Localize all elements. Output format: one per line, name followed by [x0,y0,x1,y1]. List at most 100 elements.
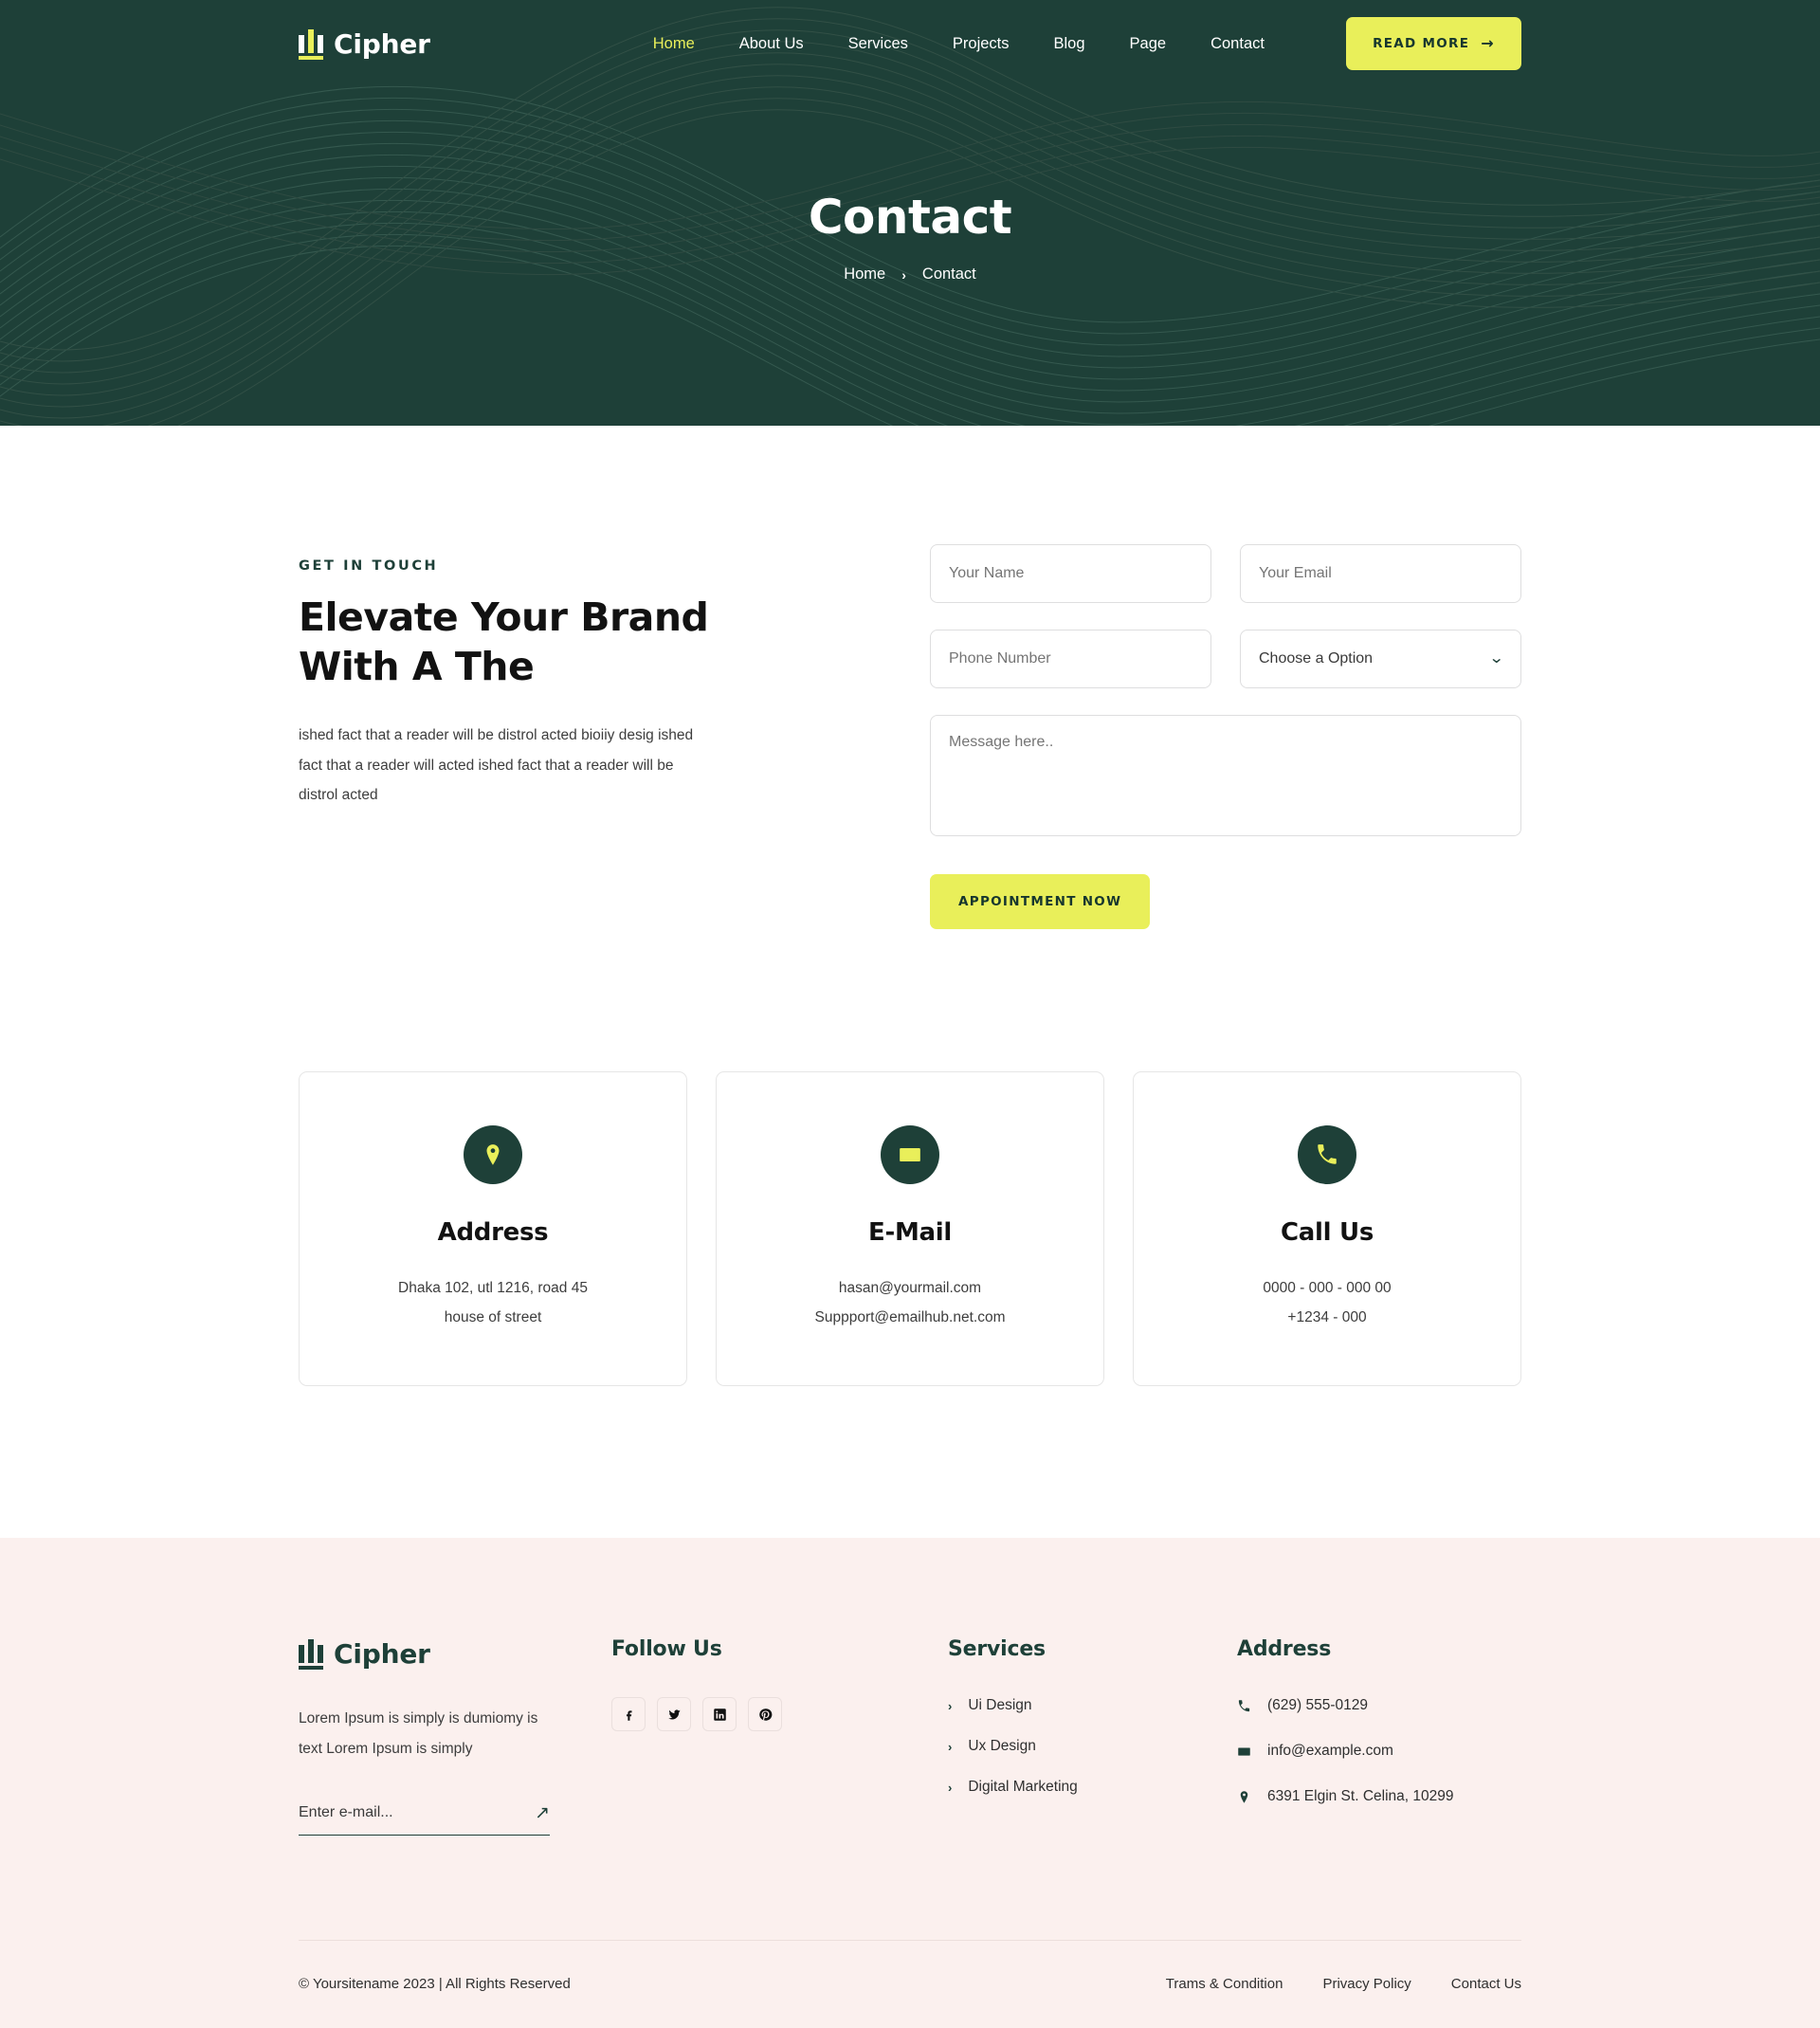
contact-intro: GET IN TOUCH Elevate Your Brand With A T… [299,544,754,811]
facebook-icon[interactable] [611,1697,646,1731]
info-card-title: Address [437,1218,549,1247]
form-row-2: Choose a Option ⌄ [930,630,1521,688]
contact-page: Cipher Home About Us Services Projects B… [0,0,1820,2028]
option-select-value: Choose a Option [1259,650,1374,667]
footer-phone-text: (629) 555-0129 [1267,1697,1368,1713]
appointment-now-button[interactable]: APPOINTMENT NOW [930,874,1151,929]
footer-address-title: Address [1237,1637,1332,1661]
contact-form: Choose a Option ⌄ APPOINTMENT NOW [930,544,1521,929]
top-navigation-bar: Cipher Home About Us Services Projects B… [0,0,1820,87]
footer-service-item[interactable]: › Ux Design [948,1738,1237,1755]
footer-brand-name: Cipher [334,1637,430,1670]
section-heading: Elevate Your Brand With A The [299,593,754,692]
info-card-title: E-Mail [868,1218,952,1247]
contact-info-cards: Address Dhaka 102, utl 1216, road 45 hou… [0,929,1820,1538]
info-card-line: Dhaka 102, utl 1216, road 45 [398,1280,588,1296]
nav-item-home[interactable]: Home [653,35,695,53]
footer-email-text: info@example.com [1267,1743,1393,1759]
email-input[interactable] [1240,544,1521,603]
phone-icon [1237,1699,1253,1713]
info-card-line: hasan@yourmail.com [838,1280,982,1296]
footer-service-label: Digital Marketing [968,1779,1078,1795]
phone-input[interactable] [930,630,1211,688]
arrow-up-right-icon[interactable]: ↗ [535,1804,550,1822]
twitter-icon[interactable] [657,1697,691,1731]
footer-brand-column: Cipher Lorem Ipsum is simply is dumiomy … [299,1637,611,1836]
breadcrumb: Home › Contact [0,265,1820,283]
terms-link[interactable]: Trams & Condition [1166,1976,1283,1992]
read-more-label: READ MORE [1373,36,1470,51]
info-card-email: E-Mail hasan@yourmail.com Suppport@email… [716,1071,1104,1386]
footer-follow-title: Follow Us [611,1637,722,1661]
footer-services-list: › Ui Design › Ux Design › Digital Market… [948,1697,1237,1796]
social-links [611,1697,948,1731]
name-input[interactable] [930,544,1211,603]
chevron-right-icon: › [948,1698,953,1713]
chevron-down-icon: ⌄ [1487,650,1504,667]
nav-item-about-us[interactable]: About Us [739,35,804,53]
footer-service-label: Ui Design [968,1697,1032,1713]
footer-contact-phone[interactable]: (629) 555-0129 [1237,1697,1521,1714]
nav-item-page[interactable]: Page [1130,35,1167,53]
info-card-line: Suppport@emailhub.net.com [814,1309,1006,1325]
envelope-icon [1237,1745,1253,1759]
section-eyebrow: GET IN TOUCH [299,558,439,574]
section-heading-line1: Elevate Your Brand [299,594,709,640]
footer-bottom-bar: © Yoursitename 2023 | All Rights Reserve… [299,1941,1521,2028]
brand-name: Cipher [334,27,430,60]
footer-service-item[interactable]: › Ui Design [948,1697,1237,1714]
nav-item-blog[interactable]: Blog [1054,35,1085,53]
section-description: ished fact that a reader will be distrol… [299,726,694,804]
nav-item-contact[interactable]: Contact [1210,35,1265,53]
footer-follow-column: Follow Us [611,1637,948,1731]
brand-logo[interactable]: Cipher [299,27,430,60]
info-card-line: +1234 - 000 [1287,1309,1367,1325]
option-select[interactable]: Choose a Option ⌄ [1240,630,1521,688]
newsletter-email-input[interactable] [299,1804,498,1822]
legal-links: Trams & Condition Privacy Policy Contact… [1166,1976,1521,1992]
phone-icon [1298,1125,1356,1184]
message-textarea[interactable] [930,715,1521,836]
contact-us-link[interactable]: Contact Us [1451,1976,1521,1992]
copyright-text: © Yoursitename 2023 | All Rights Reserve… [299,1976,571,1993]
info-card-line: house of street [444,1309,542,1325]
bars-logo-icon [299,1637,323,1670]
nav-item-projects[interactable]: Projects [953,35,1010,53]
pinterest-icon[interactable] [748,1697,782,1731]
footer-service-label: Ux Design [968,1738,1036,1754]
site-footer: Cipher Lorem Ipsum is simply is dumiomy … [0,1538,1820,2028]
bars-logo-icon [299,27,323,60]
section-heading-line2: With A The [299,644,535,690]
footer-contact-location[interactable]: 6391 Elgin St. Celina, 10299 [1237,1788,1521,1805]
get-in-touch-section: GET IN TOUCH Elevate Your Brand With A T… [0,426,1820,929]
main-nav: Home About Us Services Projects Blog Pag… [653,35,1265,53]
footer-location-text: 6391 Elgin St. Celina, 10299 [1267,1788,1454,1804]
nav-item-services[interactable]: Services [848,35,908,53]
privacy-policy-link[interactable]: Privacy Policy [1322,1976,1410,1992]
hero-banner: Cipher Home About Us Services Projects B… [0,0,1820,426]
chevron-right-icon: › [948,1739,953,1754]
form-row-1 [930,544,1521,603]
linkedin-icon[interactable] [702,1697,737,1731]
footer-service-item[interactable]: › Digital Marketing [948,1779,1237,1796]
hero-content: Contact Home › Contact [0,190,1820,283]
footer-services-column: Services › Ui Design › Ux Design › Digit… [948,1637,1237,1819]
footer-logo[interactable]: Cipher [299,1637,611,1670]
read-more-button[interactable]: READ MORE → [1346,17,1521,70]
newsletter-form: ↗ [299,1804,550,1836]
chevron-right-icon: › [948,1780,953,1795]
envelope-icon [881,1125,939,1184]
footer-address-column: Address (629) 555-0129 info@example.com … [1237,1637,1521,1834]
location-pin-icon [464,1125,522,1184]
breadcrumb-home[interactable]: Home [844,265,885,283]
footer-contact-email[interactable]: info@example.com [1237,1743,1521,1760]
info-card-title: Call Us [1281,1218,1374,1247]
breadcrumb-current: Contact [921,265,976,283]
info-card-line: 0000 - 000 - 000 00 [1263,1280,1392,1296]
footer-address-list: (629) 555-0129 info@example.com 6391 Elg… [1237,1697,1521,1805]
location-pin-icon [1237,1790,1253,1804]
info-card-address: Address Dhaka 102, utl 1216, road 45 hou… [299,1071,687,1386]
chevron-right-icon: › [901,266,906,283]
page-title: Contact [808,190,1012,245]
info-card-call-us: Call Us 0000 - 000 - 000 00 +1234 - 000 [1133,1071,1521,1386]
